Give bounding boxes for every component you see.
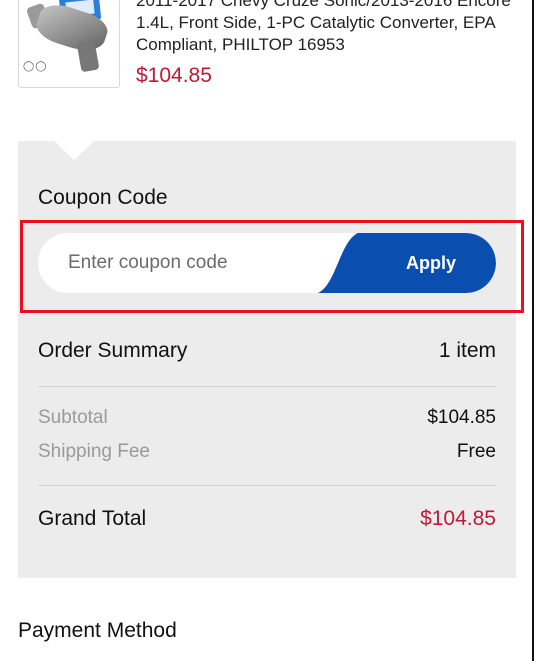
page-edge-line [532, 0, 534, 661]
coupon-highlight-box [20, 220, 524, 313]
order-summary-title: Order Summary [38, 339, 188, 362]
subtotal-label: Subtotal [38, 407, 108, 428]
shipping-fee-label: Shipping Fee [38, 441, 150, 462]
shipping-fee-value: Free [456, 441, 496, 462]
grand-total-value: $104.85 [420, 507, 496, 530]
subtotal-value: $104.85 [427, 407, 496, 428]
order-item-count: 1 item [438, 339, 496, 362]
grand-total-label: Grand Total [38, 507, 147, 530]
product-title[interactable]: 2011-2017 Chevy Cruze Sonic/2013-2016 En… [136, 0, 526, 56]
gasket-rings-icon: ◯◯ [23, 61, 48, 72]
product-price: $104.85 [136, 64, 212, 87]
panel-notch [54, 141, 94, 160]
summary-divider-bottom [38, 485, 496, 486]
coupon-code-label: Coupon Code [38, 186, 168, 209]
summary-divider-top [38, 386, 496, 387]
cart-product-item: ◯◯ 2011-2017 Chevy Cruze Sonic/2013-2016… [18, 0, 518, 110]
payment-method-title: Payment Method [18, 619, 177, 642]
product-thumbnail[interactable]: ◯◯ [18, 0, 120, 88]
